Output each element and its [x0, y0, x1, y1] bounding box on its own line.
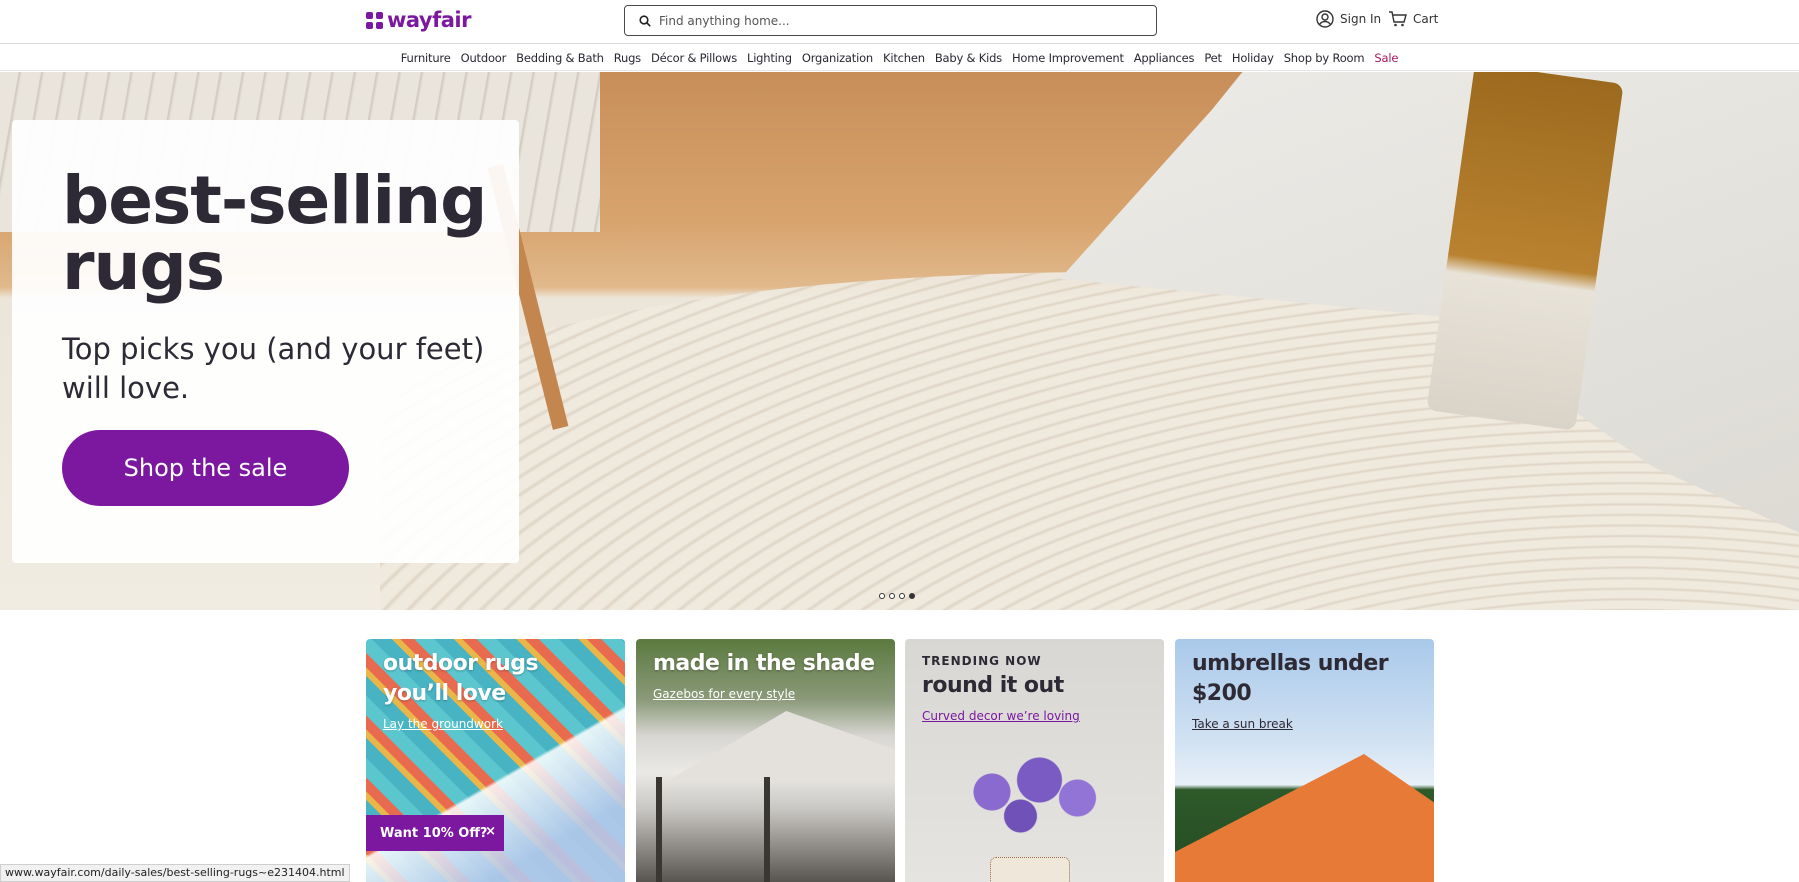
promo-tile-gazebos[interactable]: made in the shade Gazebos for every styl… — [636, 639, 895, 882]
tile-title: outdoor rugs you’ll love — [383, 651, 539, 706]
tile-link[interactable]: Lay the groundwork — [383, 717, 503, 731]
carousel-dot-4[interactable] — [909, 593, 915, 599]
nav-item-baby-kids[interactable]: Baby & Kids — [930, 51, 1007, 65]
shop-the-sale-button[interactable]: Shop the sale — [62, 430, 349, 506]
sign-in-button[interactable]: Sign In — [1316, 10, 1381, 28]
carousel-dots — [879, 593, 915, 599]
status-bar-url: www.wayfair.com/daily-sales/best-selling… — [0, 864, 350, 882]
cart-button[interactable]: Cart — [1388, 10, 1438, 28]
gazebo-post-image — [656, 777, 662, 882]
carousel-dot-2[interactable] — [889, 593, 895, 599]
nav-item-organization[interactable]: Organization — [797, 51, 878, 65]
gazebo-post-image — [764, 777, 770, 882]
nav-item-sale[interactable]: Sale — [1369, 51, 1403, 65]
tile-eyebrow: TRENDING NOW — [922, 654, 1042, 668]
promo-tile-curved-decor[interactable]: TRENDING NOW round it out Curved decor w… — [905, 639, 1164, 882]
nav-item-lighting[interactable]: Lighting — [742, 51, 797, 65]
vase-image — [990, 857, 1070, 882]
cart-icon — [1389, 11, 1407, 27]
sign-in-label: Sign In — [1340, 12, 1382, 26]
hero-title: best-selling rugs — [62, 162, 487, 305]
search-icon — [631, 7, 659, 35]
nav-item-decor-pillows[interactable]: Décor & Pillows — [646, 51, 742, 65]
logo-mark-icon — [366, 11, 383, 29]
tile-link[interactable]: Curved decor we’re loving — [922, 709, 1080, 723]
wayfair-logo[interactable]: wayfair — [366, 8, 471, 32]
tile-title: made in the shade — [653, 651, 875, 676]
nav-item-shop-by-room[interactable]: Shop by Room — [1279, 51, 1370, 65]
promo-tile-umbrellas[interactable]: umbrellas under $200 Take a sun break — [1175, 639, 1434, 882]
gazebo-canopy-image — [667, 711, 895, 781]
hero-text-card: best-selling rugs Top picks you (and you… — [12, 120, 519, 563]
hero-banner[interactable]: best-selling rugs Top picks you (and you… — [0, 72, 1799, 610]
carousel-dot-1[interactable] — [879, 593, 885, 599]
nav-item-home-improvement[interactable]: Home Improvement — [1007, 51, 1129, 65]
cart-label: Cart — [1413, 12, 1439, 26]
top-header: wayfair Sign In Cart — [0, 0, 1799, 44]
tile-link[interactable]: Gazebos for every style — [653, 687, 795, 701]
discount-promo-button[interactable]: Want 10% Off? × — [366, 815, 504, 851]
nav-item-outdoor[interactable]: Outdoor — [456, 51, 512, 65]
promo-label: Want 10% Off? — [380, 825, 488, 841]
nav-item-pet[interactable]: Pet — [1199, 51, 1227, 65]
logo-text: wayfair — [387, 8, 471, 32]
close-icon[interactable]: × — [485, 824, 496, 839]
umbrella-image — [1175, 754, 1434, 882]
nav-item-rugs[interactable]: Rugs — [609, 51, 646, 65]
flowers-image — [935, 744, 1125, 864]
nav-item-bedding-bath[interactable]: Bedding & Bath — [511, 51, 609, 65]
tile-title: round it out — [922, 673, 1064, 698]
category-nav: Furniture Outdoor Bedding & Bath Rugs Dé… — [0, 45, 1799, 71]
tile-title: umbrellas under $200 — [1192, 651, 1389, 706]
nav-item-appliances[interactable]: Appliances — [1129, 51, 1200, 65]
nav-item-kitchen[interactable]: Kitchen — [878, 51, 930, 65]
carousel-dot-3[interactable] — [899, 593, 905, 599]
nav-item-furniture[interactable]: Furniture — [396, 51, 456, 65]
nav-item-holiday[interactable]: Holiday — [1227, 51, 1279, 65]
tile-link[interactable]: Take a sun break — [1192, 717, 1293, 731]
hero-subtitle: Top picks you (and your feet) will love. — [62, 332, 485, 405]
user-icon — [1316, 10, 1334, 28]
search-bar[interactable] — [624, 5, 1157, 36]
search-input[interactable] — [659, 13, 1139, 28]
